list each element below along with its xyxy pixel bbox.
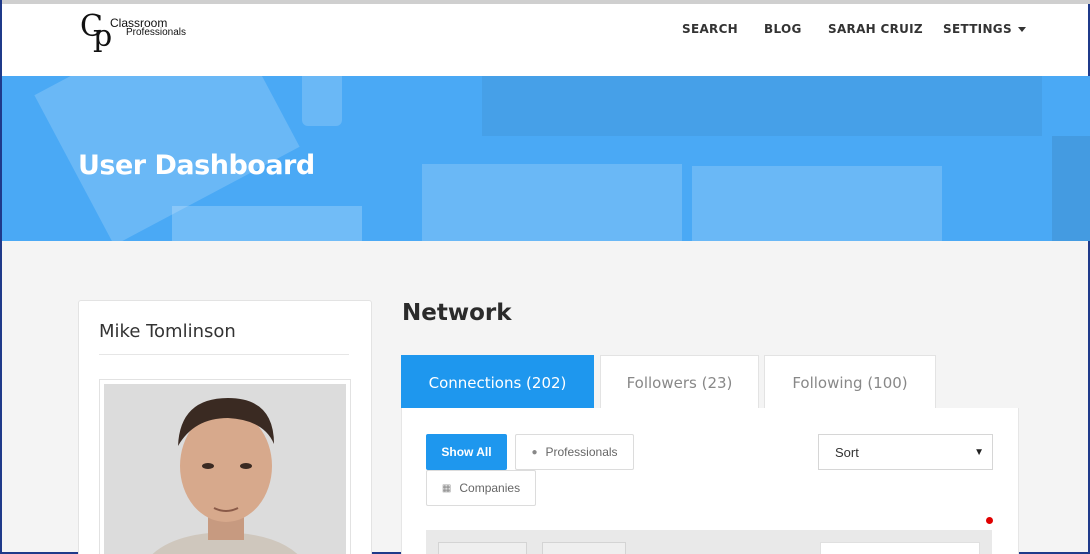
avatar[interactable] — [104, 384, 346, 554]
banner-decoration — [172, 206, 362, 241]
results-input[interactable] — [820, 542, 980, 554]
tab-connections[interactable]: Connections (202) — [401, 355, 594, 410]
site-header: C p Classroom Professionals SEARCH BLOG … — [2, 4, 1088, 76]
banner-decoration — [422, 164, 682, 241]
logo-mark: C p — [80, 12, 112, 52]
companies-filter-button[interactable]: ▦ Companies — [426, 470, 536, 506]
professionals-filter-button[interactable]: ● Professionals — [515, 434, 634, 470]
nav-settings-label: SETTINGS — [943, 22, 1012, 36]
avatar-illustration — [104, 384, 346, 554]
notification-dot — [986, 517, 993, 524]
professionals-label: Professionals — [545, 445, 618, 459]
nav-user-link[interactable]: SARAH CRUIZ — [828, 22, 923, 36]
show-all-button[interactable]: Show All — [426, 434, 507, 470]
profile-photo-frame — [99, 379, 351, 554]
divider — [99, 354, 349, 355]
banner-decoration — [692, 166, 942, 241]
brand-name-line2: Professionals — [126, 27, 187, 38]
brand-logo[interactable]: C p Classroom Professionals — [80, 12, 210, 56]
banner-decoration — [302, 76, 342, 126]
profile-name: Mike Tomlinson — [99, 321, 236, 342]
banner-decoration — [1052, 136, 1090, 241]
tab-following[interactable]: Following (100) — [764, 355, 936, 410]
results-control[interactable] — [542, 542, 626, 554]
user-icon: ● — [531, 446, 538, 458]
dashboard-banner: User Dashboard — [2, 76, 1090, 241]
building-icon: ▦ — [441, 482, 452, 494]
banner-decoration — [482, 76, 1042, 136]
tab-followers[interactable]: Followers (23) — [600, 355, 759, 410]
page-title: User Dashboard — [78, 150, 315, 181]
network-title: Network — [402, 300, 512, 326]
nav-search-link[interactable]: SEARCH — [682, 22, 738, 36]
results-control[interactable] — [438, 542, 527, 554]
companies-label: Companies — [459, 481, 521, 495]
profile-card: Mike Tomlinson — [78, 300, 372, 554]
nav-settings-menu[interactable]: SETTINGS — [943, 22, 1026, 36]
sort-selected-value: Sort — [835, 444, 859, 460]
chevron-down-icon — [1017, 27, 1026, 32]
nav-blog-link[interactable]: BLOG — [764, 22, 802, 36]
chevron-down-icon: ▼ — [974, 447, 984, 458]
sort-select[interactable]: Sort ▼ — [818, 434, 993, 470]
